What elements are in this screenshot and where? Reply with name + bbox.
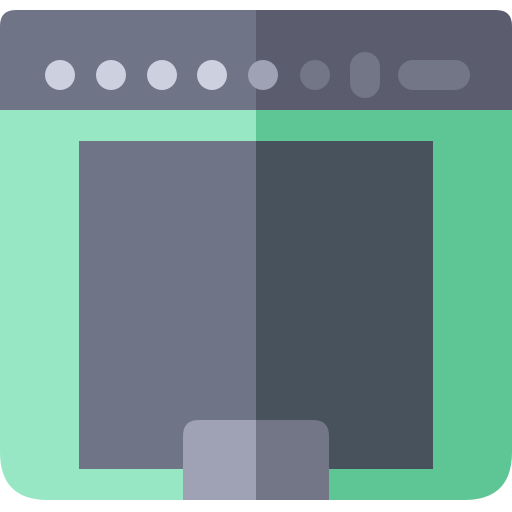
knob-2-icon — [96, 60, 126, 90]
oven-illustration — [0, 0, 512, 512]
knob-1-icon — [45, 60, 75, 90]
switch-icon — [350, 52, 380, 98]
knob-4-icon — [197, 60, 227, 90]
oven-handle — [183, 420, 329, 500]
slider-icon — [398, 60, 470, 90]
knob-6-icon — [300, 60, 330, 90]
knob-3-icon — [147, 60, 177, 90]
oven-icon — [0, 10, 512, 500]
knob-5-icon — [248, 60, 278, 90]
oven-window — [79, 141, 433, 469]
